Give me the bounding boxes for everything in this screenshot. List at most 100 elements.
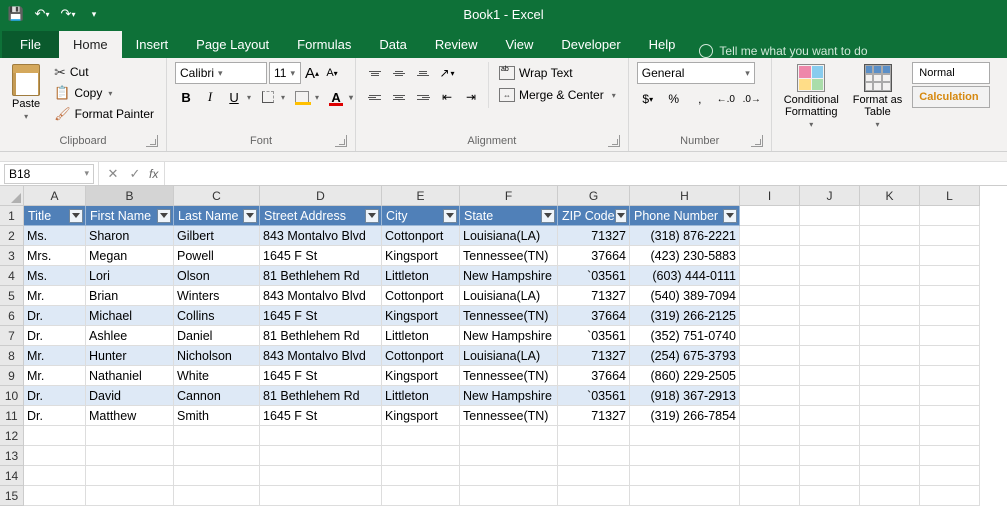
cell-D9[interactable]: 1645 F St <box>260 366 382 386</box>
cell-E11[interactable]: Kingsport <box>382 406 460 426</box>
number-dialog-launcher[interactable] <box>751 135 763 147</box>
cell-D1[interactable]: Street Address <box>260 206 382 226</box>
cell-E2[interactable]: Cottonport <box>382 226 460 246</box>
cell-C9[interactable]: White <box>174 366 260 386</box>
column-header-C[interactable]: C <box>174 186 260 206</box>
tab-review[interactable]: Review <box>421 31 492 58</box>
filter-button[interactable] <box>365 209 379 223</box>
cell-B5[interactable]: Brian <box>86 286 174 306</box>
cell-I15[interactable] <box>740 486 800 506</box>
row-header-14[interactable]: 14 <box>0 466 24 486</box>
cell-I8[interactable] <box>740 346 800 366</box>
cell-G7[interactable]: `03561 <box>558 326 630 346</box>
comma-button[interactable]: , <box>689 88 711 110</box>
column-header-H[interactable]: H <box>630 186 740 206</box>
cell-J11[interactable] <box>800 406 860 426</box>
cell-L5[interactable] <box>920 286 980 306</box>
cell-H3[interactable]: (423) 230-5883 <box>630 246 740 266</box>
cell-H8[interactable]: (254) 675-3793 <box>630 346 740 366</box>
cell-F8[interactable]: Louisiana(LA) <box>460 346 558 366</box>
name-box[interactable]: B18▾ <box>4 164 94 184</box>
cell-G5[interactable]: 71327 <box>558 286 630 306</box>
merge-center-button[interactable]: ⇔Merge & Center▾ <box>495 84 620 106</box>
row-header-2[interactable]: 2 <box>0 226 24 246</box>
cell-J7[interactable] <box>800 326 860 346</box>
cell-G1[interactable]: ZIP Code <box>558 206 630 226</box>
cell-L9[interactable] <box>920 366 980 386</box>
number-format-combo[interactable]: General▾ <box>637 62 755 84</box>
cell-L1[interactable] <box>920 206 980 226</box>
row-header-5[interactable]: 5 <box>0 286 24 306</box>
cut-button[interactable]: ✂Cut <box>50 62 158 82</box>
cell-F11[interactable]: Tennessee(TN) <box>460 406 558 426</box>
align-middle-button[interactable] <box>388 62 410 84</box>
cell-A6[interactable]: Dr. <box>24 306 86 326</box>
filter-button[interactable] <box>723 209 737 223</box>
cell-C4[interactable]: Olson <box>174 266 260 286</box>
cell-B2[interactable]: Sharon <box>86 226 174 246</box>
percent-button[interactable]: % <box>663 88 685 110</box>
cell-I2[interactable] <box>740 226 800 246</box>
cell-A12[interactable] <box>24 426 86 446</box>
cell-D12[interactable] <box>260 426 382 446</box>
qat-customize-icon[interactable]: ▾ <box>82 4 106 24</box>
cell-I6[interactable] <box>740 306 800 326</box>
tab-data[interactable]: Data <box>365 31 420 58</box>
cell-A14[interactable] <box>24 466 86 486</box>
cell-K3[interactable] <box>860 246 920 266</box>
filter-button[interactable] <box>157 209 171 223</box>
cell-I13[interactable] <box>740 446 800 466</box>
cell-F5[interactable]: Louisiana(LA) <box>460 286 558 306</box>
cell-A10[interactable]: Dr. <box>24 386 86 406</box>
cell-J9[interactable] <box>800 366 860 386</box>
cell-E1[interactable]: City <box>382 206 460 226</box>
cancel-icon[interactable]: ✕ <box>105 166 121 182</box>
fill-color-button[interactable]: ▾ <box>291 86 313 108</box>
cell-F14[interactable] <box>460 466 558 486</box>
cell-I14[interactable] <box>740 466 800 486</box>
increase-indent-button[interactable]: ⇥ <box>460 86 482 108</box>
cell-K2[interactable] <box>860 226 920 246</box>
save-icon[interactable]: 💾 <box>4 4 28 24</box>
cell-B13[interactable] <box>86 446 174 466</box>
cell-B15[interactable] <box>86 486 174 506</box>
cell-E5[interactable]: Cottonport <box>382 286 460 306</box>
border-button[interactable]: ▾ <box>257 86 279 108</box>
cell-K15[interactable] <box>860 486 920 506</box>
cell-I5[interactable] <box>740 286 800 306</box>
cell-K6[interactable] <box>860 306 920 326</box>
decrease-font-button[interactable]: A▾ <box>323 62 341 84</box>
cell-G11[interactable]: 71327 <box>558 406 630 426</box>
cell-I10[interactable] <box>740 386 800 406</box>
cell-I3[interactable] <box>740 246 800 266</box>
cell-B11[interactable]: Matthew <box>86 406 174 426</box>
cell-L11[interactable] <box>920 406 980 426</box>
cell-C10[interactable]: Cannon <box>174 386 260 406</box>
cell-I7[interactable] <box>740 326 800 346</box>
cell-B6[interactable]: Michael <box>86 306 174 326</box>
cell-A3[interactable]: Mrs. <box>24 246 86 266</box>
cell-J5[interactable] <box>800 286 860 306</box>
cell-C12[interactable] <box>174 426 260 446</box>
filter-button[interactable] <box>615 209 627 223</box>
alignment-dialog-launcher[interactable] <box>608 135 620 147</box>
cell-D11[interactable]: 1645 F St <box>260 406 382 426</box>
cell-C14[interactable] <box>174 466 260 486</box>
cell-D2[interactable]: 843 Montalvo Blvd <box>260 226 382 246</box>
cell-H9[interactable]: (860) 229-2505 <box>630 366 740 386</box>
cell-F6[interactable]: Tennessee(TN) <box>460 306 558 326</box>
cell-B1[interactable]: First Name <box>86 206 174 226</box>
font-color-button[interactable]: A▾ <box>325 86 347 108</box>
cell-J1[interactable] <box>800 206 860 226</box>
cell-K1[interactable] <box>860 206 920 226</box>
cell-B14[interactable] <box>86 466 174 486</box>
cell-K7[interactable] <box>860 326 920 346</box>
cell-G12[interactable] <box>558 426 630 446</box>
cell-G15[interactable] <box>558 486 630 506</box>
cell-L7[interactable] <box>920 326 980 346</box>
cell-I9[interactable] <box>740 366 800 386</box>
cell-J14[interactable] <box>800 466 860 486</box>
column-header-E[interactable]: E <box>382 186 460 206</box>
cell-G9[interactable]: 37664 <box>558 366 630 386</box>
copy-button[interactable]: 📋Copy▾ <box>50 83 158 103</box>
